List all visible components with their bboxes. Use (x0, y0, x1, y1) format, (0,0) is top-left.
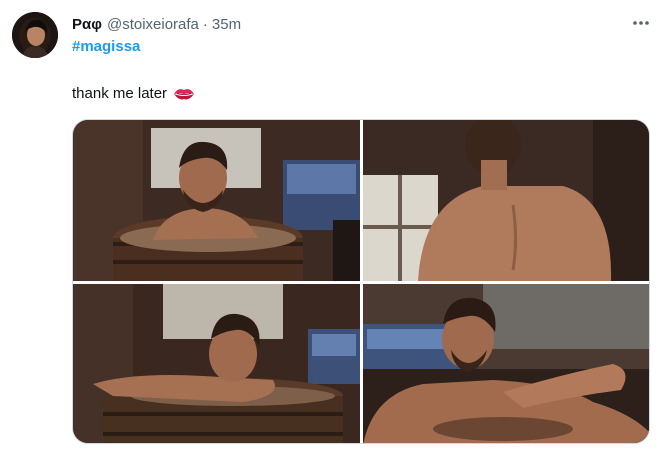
tweet-text: thank me later (72, 85, 195, 102)
media-photo-4[interactable] (363, 284, 649, 443)
photo-man-resting-in-barrel (73, 284, 360, 443)
separator: · (202, 15, 208, 33)
photo-man-back (363, 120, 649, 281)
avatar[interactable] (12, 12, 58, 58)
media-photo-1[interactable] (73, 120, 360, 281)
author-name[interactable]: Ραφ (72, 16, 102, 33)
photo-man-in-barrel (73, 120, 360, 281)
tweet-header: Ραφ @stoixeiorafa · 35m (72, 14, 628, 34)
hashtag-link[interactable]: #magissa (72, 38, 140, 55)
media-photo-3[interactable] (73, 284, 360, 443)
author-handle[interactable]: @stoixeiorafa (107, 16, 199, 33)
more-options-button[interactable] (628, 12, 654, 34)
more-horizontal-icon (633, 21, 649, 25)
tweet[interactable]: Ραφ @stoixeiorafa · 35m #magissa thank m… (0, 0, 668, 452)
tweet-text-content: thank me later (72, 85, 168, 102)
avatar-image (12, 12, 58, 58)
kiss-mark-icon (174, 88, 195, 99)
media-photo-2[interactable] (363, 120, 649, 281)
timestamp[interactable]: 35m (212, 16, 241, 33)
photo-man-leaning-on-tub (363, 284, 649, 443)
media-grid (72, 119, 650, 444)
